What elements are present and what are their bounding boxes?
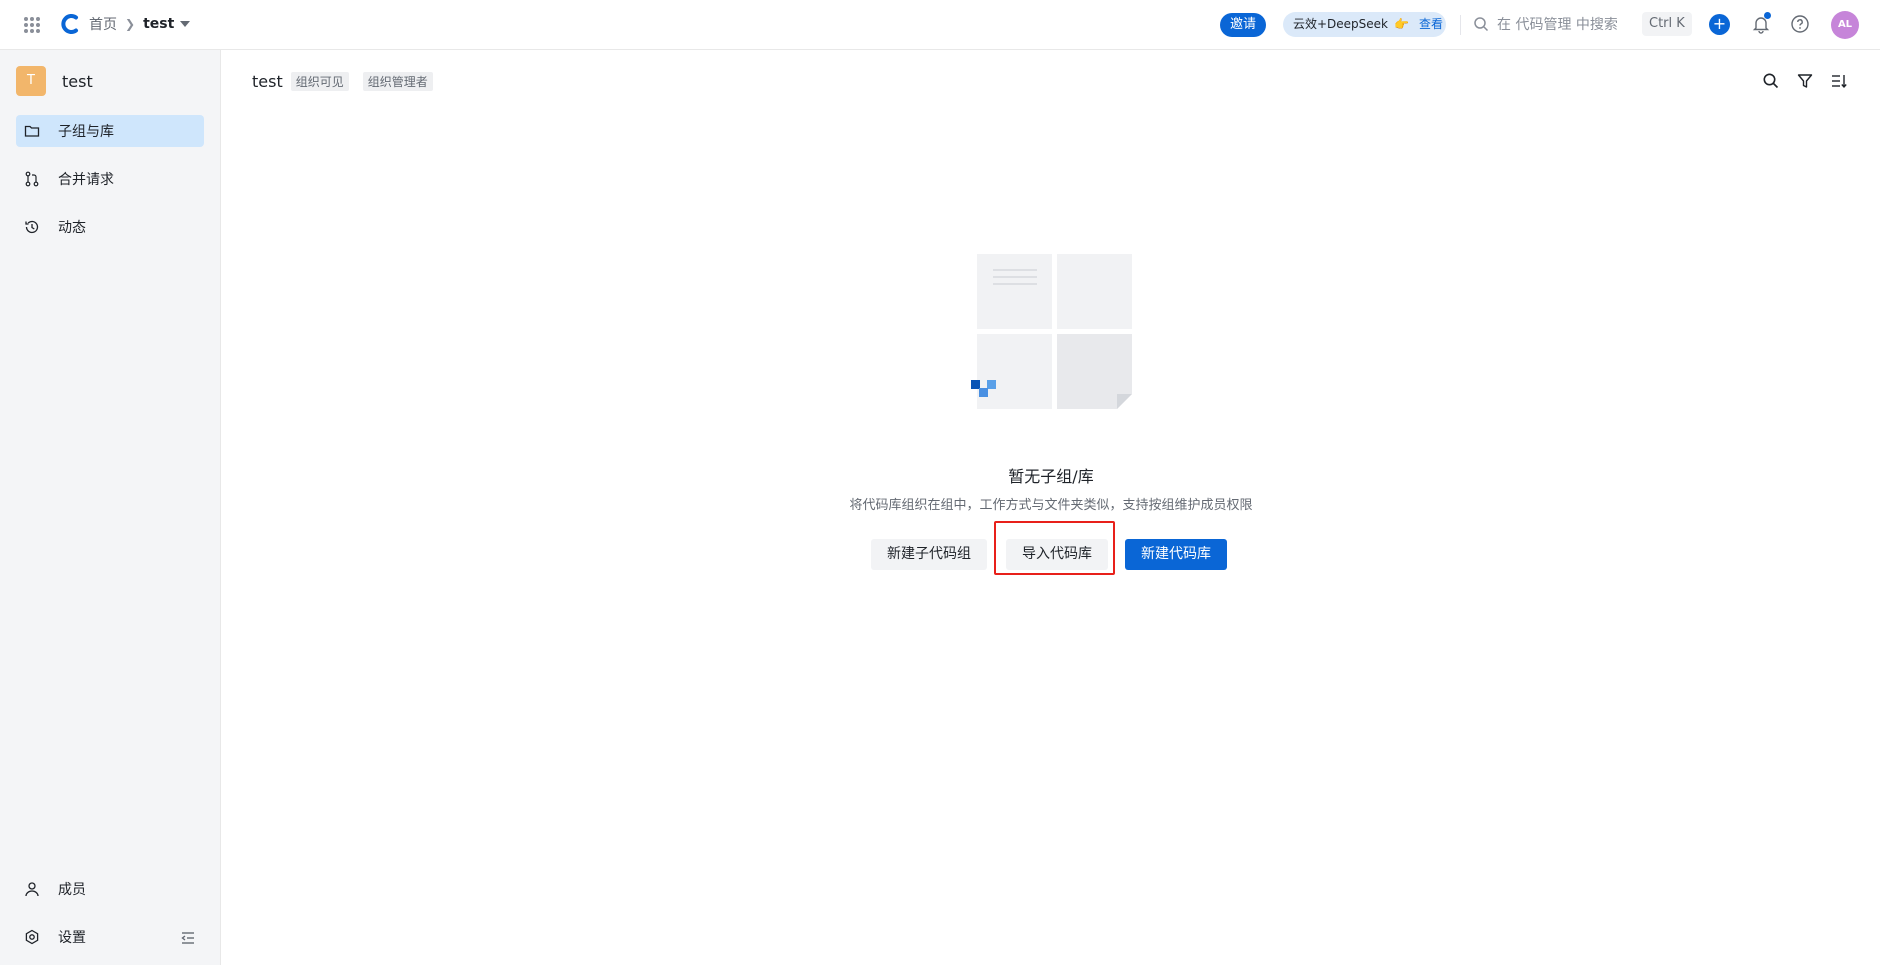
list-toolbar (1762, 72, 1848, 90)
settings-icon (25, 929, 39, 945)
divider (1460, 15, 1461, 35)
visibility-tag: 组织可见 (290, 72, 349, 91)
group-name: test (62, 71, 93, 91)
sidebar-item-label: 子组与库 (58, 124, 114, 140)
caret-down-icon[interactable] (180, 21, 191, 27)
sidebar-item-label: 成员 (58, 882, 86, 898)
chevron-right-icon: ❯ (125, 17, 136, 31)
notification-dot (1764, 12, 1771, 19)
new-subgroup-button[interactable]: 新建子代码组 (871, 539, 987, 570)
apps-grid-icon[interactable] (24, 17, 40, 33)
help-icon[interactable] (1790, 14, 1810, 34)
promo-view-link[interactable]: 查看 (1419, 12, 1443, 37)
pointing-hand-icon: 👉 (1394, 17, 1409, 31)
sort-icon[interactable] (1830, 72, 1848, 90)
breadcrumb-home[interactable]: 首页 (89, 14, 117, 34)
sidebar-item-activity[interactable]: 动态 (16, 211, 204, 243)
sidebar-item-label: 设置 (58, 930, 86, 946)
notification-bell-icon[interactable] (1751, 12, 1771, 34)
sidebar-item-label: 合并请求 (58, 172, 114, 188)
role-tag: 组织管理者 (362, 72, 433, 91)
deepseek-promo-banner[interactable]: 云效+DeepSeek 👉 查看 (1283, 12, 1446, 37)
empty-state-title: 暂无子组/库 (1008, 467, 1094, 486)
filter-icon[interactable] (1796, 72, 1814, 90)
history-icon (25, 220, 39, 234)
top-bar: 首页 ❯ test 邀请 云效+DeepSeek 👉 查看 在 代码管理 中搜索… (0, 0, 1880, 50)
search-icon (1474, 17, 1489, 32)
sidebar-item-members[interactable]: 成员 (16, 873, 204, 905)
codeup-logo-icon[interactable] (60, 13, 80, 35)
import-repo-button[interactable]: 导入代码库 (1006, 539, 1108, 570)
user-icon (25, 882, 39, 897)
empty-state-illustration-icon (971, 254, 1132, 409)
merge-request-icon (25, 171, 39, 187)
user-avatar[interactable]: AL (1831, 11, 1859, 39)
empty-state-description: 将代码库组织在组中，工作方式与文件夹类似，支持按组维护成员权限 (849, 498, 1253, 513)
create-plus-button[interactable]: + (1709, 14, 1730, 35)
breadcrumb-current[interactable]: test (143, 16, 174, 32)
sidebar-item-settings[interactable]: 设置 (16, 921, 166, 953)
search-icon[interactable] (1762, 72, 1780, 90)
search-shortcut-badge: Ctrl K (1642, 12, 1692, 36)
main-content: test 组织可见 组织管理者 暂无子组/库 将代码库组织在组中，工作方式与文件… (222, 50, 1880, 965)
sidebar: T test 子组与库 合并请求 动态 成员 设置 (0, 50, 221, 965)
global-search[interactable]: 在 代码管理 中搜索 (1473, 14, 1618, 34)
group-header[interactable]: T test (16, 66, 93, 96)
sidebar-item-subgroups-repos[interactable]: 子组与库 (16, 115, 204, 147)
invite-button[interactable]: 邀请 (1220, 13, 1267, 37)
search-placeholder: 在 代码管理 中搜索 (1497, 17, 1618, 33)
folder-icon (24, 125, 40, 137)
group-avatar: T (16, 66, 46, 96)
collapse-sidebar-icon[interactable] (179, 929, 197, 947)
sidebar-item-label: 动态 (58, 220, 86, 236)
page-title: test (252, 72, 283, 91)
breadcrumb: 首页 ❯ test (89, 14, 191, 34)
page-header: test 组织可见 组织管理者 (252, 72, 433, 91)
promo-text: 云效+DeepSeek (1293, 17, 1389, 31)
sidebar-item-merge-requests[interactable]: 合并请求 (16, 163, 204, 195)
new-repo-button[interactable]: 新建代码库 (1125, 539, 1227, 570)
